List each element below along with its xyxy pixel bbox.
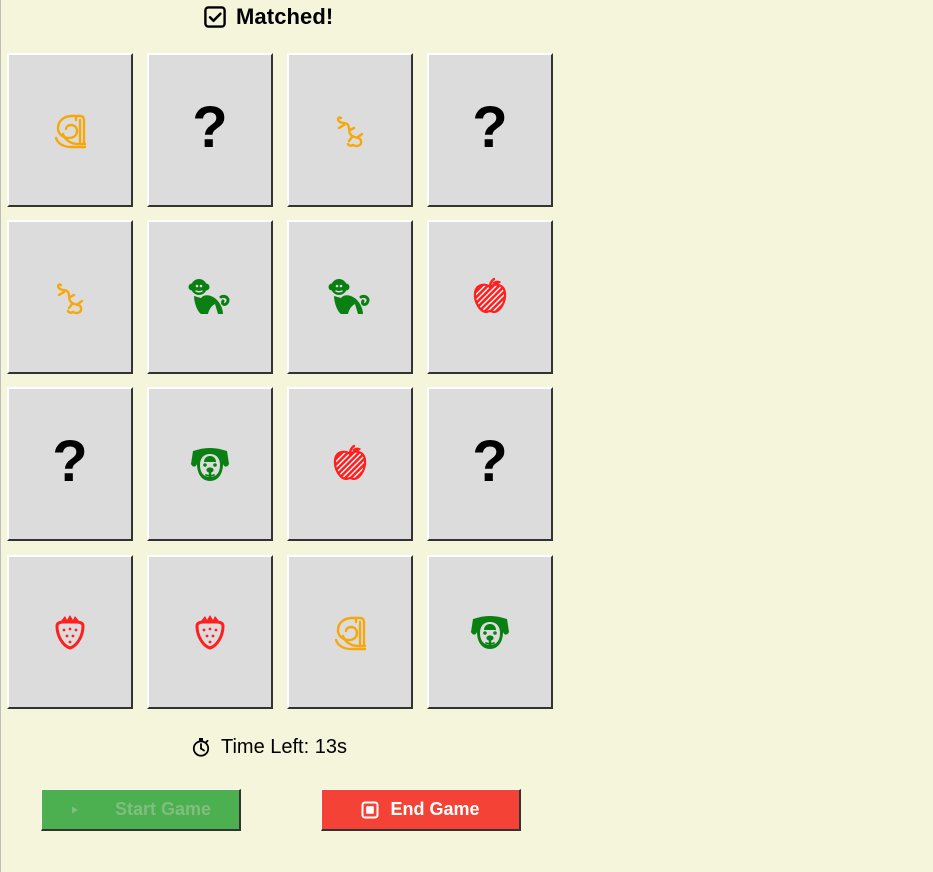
end-game-label: End Game [390,799,480,819]
memory-card[interactable] [427,220,553,374]
dog-icon [191,448,229,481]
memory-card[interactable] [287,53,413,207]
memory-card[interactable]: ? [7,387,133,541]
hidden-card-label: ? [192,95,228,160]
memory-card[interactable]: ? [427,387,553,541]
status-message: Matched! [236,4,334,29]
memory-card[interactable] [7,220,133,374]
memory-card[interactable] [147,555,273,709]
lizard-icon [337,116,364,148]
monkey-icon [188,279,230,314]
apple-icon [333,444,367,481]
stopwatch-icon [191,737,211,757]
time-left-text: Time Left: 13s [221,735,347,758]
snake-icon [54,114,87,149]
start-game-button[interactable]: Start Game [41,789,241,831]
lizard-icon [57,283,84,315]
memory-card[interactable] [7,555,133,709]
snake-icon [334,616,367,651]
hidden-card-label: ? [472,95,508,160]
start-game-label: Start Game [114,799,212,819]
monkey-icon [328,279,370,314]
hidden-card-label: ? [52,429,88,494]
strawberry-icon [55,615,85,650]
memory-card[interactable] [147,220,273,374]
time-left: Time Left: 13s [191,735,347,759]
stop-icon [361,801,379,819]
game-status: Matched! [203,3,333,31]
memory-card[interactable] [287,220,413,374]
memory-card[interactable] [147,387,273,541]
memory-card-grid: ? ? ? ? [7,53,555,711]
memory-card[interactable] [427,555,553,709]
apple-icon [473,277,507,314]
memory-card[interactable]: ? [147,53,273,207]
dog-icon [471,616,509,649]
hidden-card-label: ? [472,429,508,494]
checkbox-checked-icon [203,5,227,29]
play-icon [70,805,80,815]
memory-card[interactable] [287,387,413,541]
memory-card[interactable]: ? [427,53,553,207]
end-game-button[interactable]: End Game [321,789,521,831]
strawberry-icon [195,615,225,650]
memory-card[interactable] [287,555,413,709]
memory-card[interactable] [7,53,133,207]
